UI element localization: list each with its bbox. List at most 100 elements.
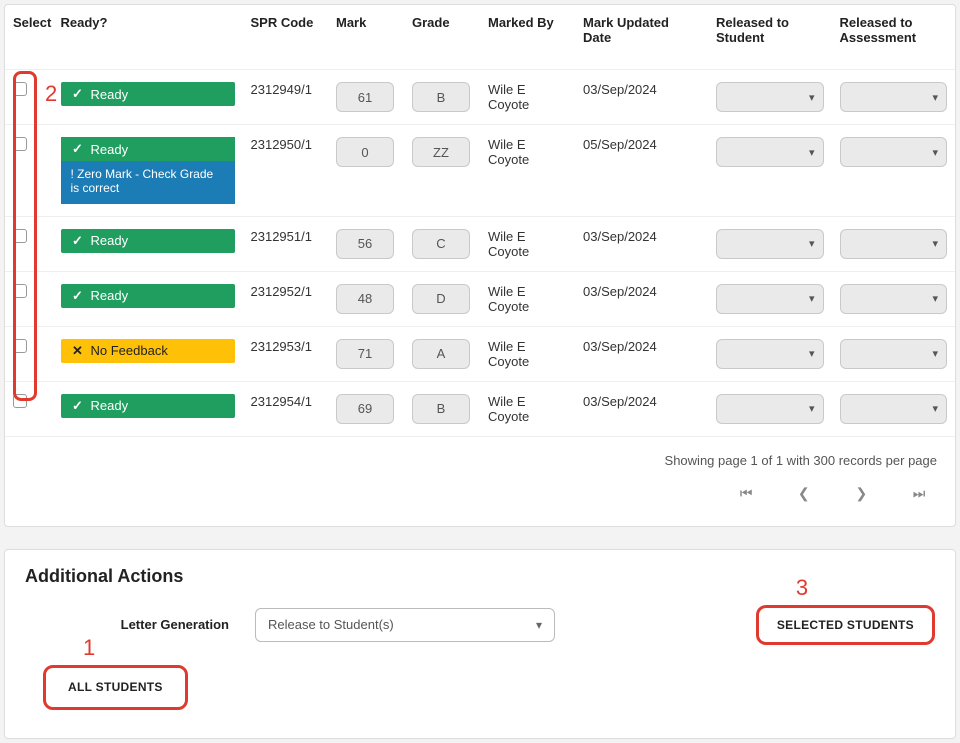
chevron-down-icon: ▾ [536, 618, 542, 632]
mark-updated-date: 03/Sep/2024 [575, 326, 708, 381]
marked-by: Wile E Coyote [480, 326, 575, 381]
chevron-down-icon: ▾ [809, 237, 815, 250]
row-select-checkbox[interactable] [13, 339, 27, 353]
marked-by: Wile E Coyote [480, 216, 575, 271]
col-header-grade[interactable]: Grade [404, 5, 480, 70]
mark-input[interactable]: 69 [336, 394, 394, 424]
table-row: ✕No Feedback 2312953/1 71 A Wile E Coyot… [5, 326, 955, 381]
marked-by: Wile E Coyote [480, 70, 575, 125]
mark-updated-date: 03/Sep/2024 [575, 216, 708, 271]
all-students-button[interactable]: ALL STUDENTS [43, 665, 188, 709]
pager: ⏮ ❮ ❯ ⏭ [5, 472, 955, 526]
chevron-down-icon: ▾ [932, 292, 938, 305]
ready-badge-label: Ready [91, 398, 129, 413]
released-to-assessment-select[interactable]: ▾ [840, 82, 948, 112]
released-to-student-select[interactable]: ▾ [716, 284, 824, 314]
col-header-released-student[interactable]: Released to Student [708, 5, 832, 70]
row-select-checkbox[interactable] [13, 229, 27, 243]
mark-updated-date: 05/Sep/2024 [575, 125, 708, 217]
grade-input[interactable]: B [412, 82, 470, 112]
table-header-row: Select Ready? SPR Code Mark Grade Marked… [5, 5, 955, 70]
ready-badge-label: Ready [91, 87, 129, 102]
spr-code: 2312951/1 [243, 216, 329, 271]
chevron-down-icon: ▾ [809, 91, 815, 104]
ready-badge-label: Ready [91, 233, 129, 248]
table-row: ✓ Ready 2312951/1 56 C Wile E Coyote 03/S… [5, 216, 955, 271]
chevron-down-icon: ▾ [809, 347, 815, 360]
pager-prev-icon[interactable]: ❮ [786, 480, 822, 508]
additional-actions-card: Additional Actions Letter Generation Rel… [4, 549, 956, 739]
mark-updated-date: 03/Sep/2024 [575, 271, 708, 326]
check-icon: ✓ [71, 233, 85, 249]
mark-input[interactable]: 61 [336, 82, 394, 112]
mark-input[interactable]: 48 [336, 284, 394, 314]
col-header-date[interactable]: Mark Updated Date [575, 5, 708, 70]
grade-input[interactable]: A [412, 339, 470, 369]
grade-input[interactable]: B [412, 394, 470, 424]
released-to-student-select[interactable]: ▾ [716, 229, 824, 259]
chevron-down-icon: ▾ [809, 292, 815, 305]
annotation-number-1: 1 [83, 635, 95, 661]
row-select-checkbox[interactable] [13, 82, 27, 96]
released-to-assessment-select[interactable]: ▾ [840, 394, 948, 424]
col-header-mark[interactable]: Mark [328, 5, 404, 70]
released-to-assessment-select[interactable]: ▾ [840, 229, 948, 259]
spr-code: 2312954/1 [243, 381, 329, 436]
chevron-down-icon: ▾ [932, 347, 938, 360]
zero-mark-warning-badge: ! Zero Mark - Check Grade is correct [61, 161, 235, 204]
released-to-student-select[interactable]: ▾ [716, 137, 824, 167]
mark-input[interactable]: 56 [336, 229, 394, 259]
check-icon: ✓ [71, 288, 85, 304]
no-feedback-badge: ✕No Feedback [61, 339, 235, 363]
col-header-spr[interactable]: SPR Code [243, 5, 329, 70]
chevron-down-icon: ▾ [932, 402, 938, 415]
row-select-checkbox[interactable] [13, 137, 27, 151]
chevron-down-icon: ▾ [932, 146, 938, 159]
ready-badge: ✓ Ready [61, 229, 235, 253]
grade-input[interactable]: C [412, 229, 470, 259]
marks-table: Select Ready? SPR Code Mark Grade Marked… [5, 5, 955, 437]
released-to-student-select[interactable]: ▾ [716, 82, 824, 112]
paging-summary: Showing page 1 of 1 with 300 records per… [5, 437, 955, 472]
marked-by: Wile E Coyote [480, 381, 575, 436]
check-icon: ✓ [71, 86, 85, 102]
spr-code: 2312950/1 [243, 125, 329, 217]
col-header-released-assessment[interactable]: Released to Assessment [832, 5, 956, 70]
chevron-down-icon: ▾ [932, 91, 938, 104]
released-to-assessment-select[interactable]: ▾ [840, 339, 948, 369]
grade-input[interactable]: D [412, 284, 470, 314]
no-feedback-label: No Feedback [91, 343, 168, 358]
table-row: ✓ Ready 2312952/1 48 D Wile E Coyote 03/S… [5, 271, 955, 326]
mark-input[interactable]: 71 [336, 339, 394, 369]
ready-badge: ✓ Ready [61, 82, 235, 106]
spr-code: 2312953/1 [243, 326, 329, 381]
mark-updated-date: 03/Sep/2024 [575, 70, 708, 125]
col-header-select[interactable]: Select [5, 5, 53, 70]
chevron-down-icon: ▾ [809, 402, 815, 415]
marked-by: Wile E Coyote [480, 271, 575, 326]
check-icon: ✓ [71, 398, 85, 414]
row-select-checkbox[interactable] [13, 394, 27, 408]
released-to-student-select[interactable]: ▾ [716, 394, 824, 424]
pager-first-icon[interactable]: ⏮ [728, 480, 764, 508]
spr-code: 2312949/1 [243, 70, 329, 125]
selected-students-button[interactable]: SELECTED STUDENTS [756, 605, 935, 645]
released-to-assessment-select[interactable]: ▾ [840, 137, 948, 167]
letter-generation-select[interactable]: Release to Student(s) ▾ [255, 608, 555, 642]
letter-generation-select-value: Release to Student(s) [268, 617, 394, 632]
mark-input[interactable]: 0 [336, 137, 394, 167]
col-header-ready[interactable]: Ready? [53, 5, 243, 70]
spr-code: 2312952/1 [243, 271, 329, 326]
mark-updated-date: 03/Sep/2024 [575, 381, 708, 436]
pager-last-icon[interactable]: ⏭ [901, 480, 937, 508]
released-to-student-select[interactable]: ▾ [716, 339, 824, 369]
ready-badge: ✓ Ready [61, 394, 235, 418]
marks-table-card: Select Ready? SPR Code Mark Grade Marked… [4, 4, 956, 527]
grade-input[interactable]: ZZ [412, 137, 470, 167]
col-header-by[interactable]: Marked By [480, 5, 575, 70]
ready-badge-label: Ready [91, 288, 129, 303]
chevron-down-icon: ▾ [809, 146, 815, 159]
row-select-checkbox[interactable] [13, 284, 27, 298]
pager-next-icon[interactable]: ❯ [843, 480, 879, 508]
released-to-assessment-select[interactable]: ▾ [840, 284, 948, 314]
